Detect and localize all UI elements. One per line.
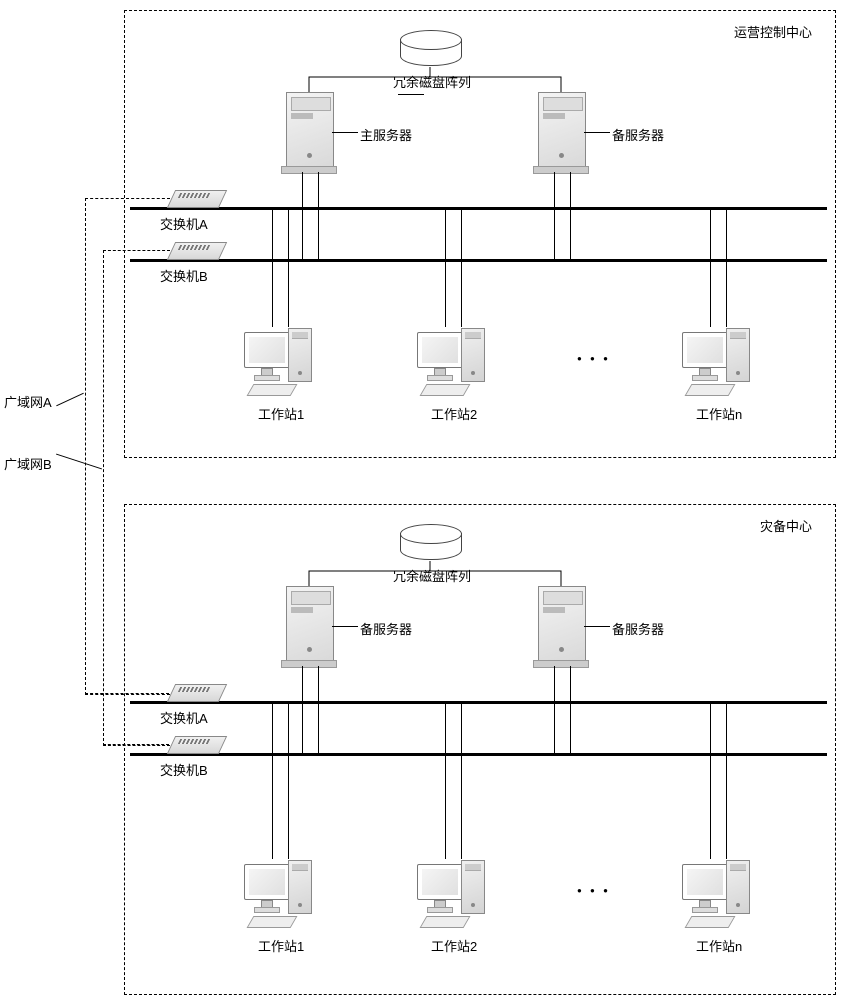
bus-drop <box>570 666 571 755</box>
occ-wsn-label: 工作站n <box>696 404 742 423</box>
ellipsis-icon: ● ● ● <box>577 886 611 895</box>
dr-switch-b-label: 交换机B <box>160 760 208 779</box>
bus-line <box>130 207 827 210</box>
bus-drop <box>726 701 727 859</box>
occ-backup-server-label: 备服务器 <box>612 125 664 144</box>
bus-drop <box>272 207 273 327</box>
server-lead <box>584 132 610 133</box>
server-lead <box>332 132 358 133</box>
switch-icon <box>171 684 221 706</box>
workstation-icon <box>682 864 758 944</box>
bus-drop <box>710 207 711 327</box>
wan-b-link <box>103 250 170 746</box>
ellipsis-icon: ● ● ● <box>577 354 611 363</box>
bus-drop <box>288 207 289 327</box>
dr-title: 灾备中心 <box>760 516 812 535</box>
switch-icon <box>171 736 221 758</box>
wan-b-bottom <box>103 744 169 745</box>
server-icon <box>286 586 332 666</box>
dr-ws2-label: 工作站2 <box>431 936 477 955</box>
occ-main-server-label: 主服务器 <box>360 125 412 144</box>
bus-drop <box>461 701 462 859</box>
server-lead <box>332 626 358 627</box>
bus-drop <box>445 207 446 327</box>
bus-drop <box>710 701 711 859</box>
bus-drop <box>288 701 289 859</box>
switch-icon <box>171 190 221 212</box>
server-icon <box>538 586 584 666</box>
workstation-icon <box>244 332 320 412</box>
wan-a-label: 广域网A <box>4 392 52 411</box>
server-icon <box>538 92 584 172</box>
workstation-icon <box>417 864 493 944</box>
dr-server1-label: 备服务器 <box>360 619 412 638</box>
occ-ws1-label: 工作站1 <box>258 404 304 423</box>
bus-drop <box>302 172 303 261</box>
wan-b-label: 广域网B <box>4 454 52 473</box>
bus-line <box>130 753 827 756</box>
workstation-icon <box>244 864 320 944</box>
bus-line <box>130 701 827 704</box>
bus-drop <box>318 172 319 261</box>
workstation-icon <box>417 332 493 412</box>
dr-wsn-label: 工作站n <box>696 936 742 955</box>
bus-drop <box>554 666 555 755</box>
bus-drop <box>272 701 273 859</box>
bus-drop <box>461 207 462 327</box>
bus-drop <box>302 666 303 755</box>
server-lead <box>584 626 610 627</box>
switch-icon <box>171 242 221 264</box>
bus-drop <box>554 172 555 261</box>
server-icon <box>286 92 332 172</box>
dr-ws1-label: 工作站1 <box>258 936 304 955</box>
bus-drop <box>445 701 446 859</box>
occ-ws2-label: 工作站2 <box>431 404 477 423</box>
bus-drop <box>570 172 571 261</box>
bus-drop <box>318 666 319 755</box>
workstation-icon <box>682 332 758 412</box>
bus-line <box>130 259 827 262</box>
dr-server2-label: 备服务器 <box>612 619 664 638</box>
dr-raid-label: 冗余磁盘阵列 <box>393 566 471 585</box>
bus-drop <box>726 207 727 327</box>
